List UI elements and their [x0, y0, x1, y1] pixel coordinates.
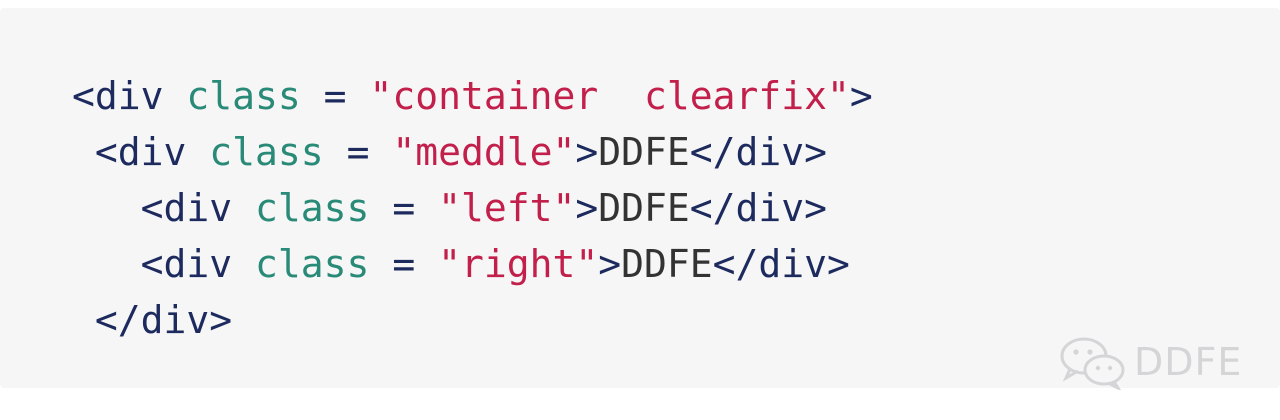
- watermark: DDFE: [1058, 334, 1242, 390]
- code-token-attr: class: [255, 186, 370, 230]
- wechat-icon: [1058, 334, 1128, 390]
- code-token-str: "right": [438, 242, 599, 286]
- code-panel: <div class = "container clearfix"> <div …: [0, 8, 1280, 390]
- code-token-punct: </div>: [712, 242, 850, 286]
- code-token-op: =: [323, 130, 393, 174]
- code-token-punct: <div: [140, 186, 233, 230]
- code-token-op: =: [369, 186, 439, 230]
- code-token-punct: <div: [72, 74, 164, 118]
- code-token-punct: <div: [140, 242, 233, 286]
- code-token-punct: </div>: [689, 186, 828, 230]
- code-line: <div class = "container clearfix">: [72, 68, 873, 124]
- code-token-punct: >: [575, 186, 599, 230]
- code-token-punct: </div>: [94, 298, 233, 342]
- code-line: </div>: [72, 292, 873, 348]
- code-token-text: DDFE: [621, 242, 713, 286]
- code-token-str: "meddle": [392, 130, 576, 174]
- code-token-attr: class: [186, 74, 301, 118]
- code-token-attr: class: [209, 130, 324, 174]
- code-token-punct: >: [598, 242, 622, 286]
- code-token-str: "container clearfix": [369, 74, 850, 118]
- code-block: <div class = "container clearfix"> <div …: [72, 68, 873, 348]
- code-line: <div class = "left">DDFE</div>: [72, 180, 873, 236]
- code-token-op: =: [369, 242, 439, 286]
- watermark-text: DDFE: [1134, 340, 1243, 384]
- code-token-punct: >: [849, 74, 873, 118]
- code-token-punct: <div: [94, 130, 187, 174]
- code-token-punct: >: [575, 130, 599, 174]
- code-token-text: DDFE: [598, 186, 690, 230]
- code-line: <div class = "meddle">DDFE</div>: [72, 124, 873, 180]
- code-token-op: =: [300, 74, 370, 118]
- code-token-punct: </div>: [689, 130, 828, 174]
- code-line: <div class = "right">DDFE</div>: [72, 236, 873, 292]
- code-token-text: DDFE: [598, 130, 690, 174]
- code-token-str: "left": [438, 186, 576, 230]
- code-token-attr: class: [255, 242, 370, 286]
